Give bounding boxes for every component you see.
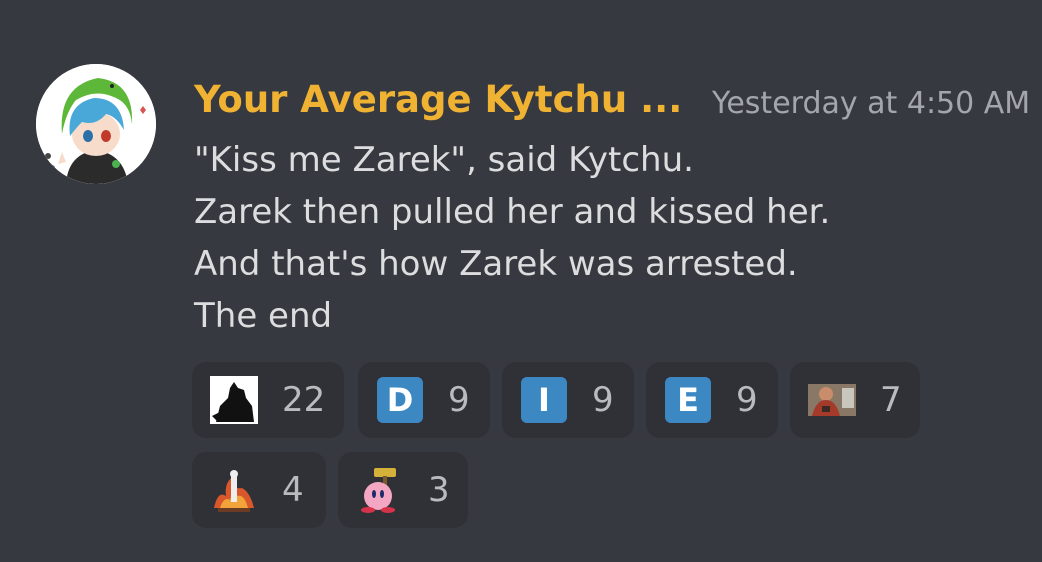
reaction-pink-ball-hammer[interactable]: 3: [338, 452, 468, 528]
timestamp[interactable]: Yesterday at 4:50 AM: [712, 82, 1030, 126]
username[interactable]: Your Average Kytchu ...: [194, 74, 682, 126]
regional-indicator-e-icon: E: [664, 376, 712, 424]
pink-ball-hammer-icon: [356, 466, 404, 514]
message-line: "Kiss me Zarek", said Kytchu.: [194, 140, 694, 180]
reaction-count: 9: [592, 380, 614, 420]
message-line: And that's how Zarek was arrested.: [194, 244, 798, 284]
message-line: The end: [194, 296, 333, 336]
reaction-flaming-skeleton[interactable]: 4: [192, 452, 326, 528]
regional-indicator-d-icon: D: [376, 376, 424, 424]
reaction-regional-e[interactable]: E 9: [646, 362, 778, 438]
reaction-count: 9: [736, 380, 758, 420]
reaction-heavy-soldier[interactable]: 7: [790, 362, 920, 438]
reaction-count: 4: [282, 470, 304, 510]
avatar-image: [36, 64, 156, 184]
reaction-count: 3: [428, 470, 450, 510]
reaction-count: 7: [880, 380, 902, 420]
reaction-regional-d[interactable]: D 9: [358, 362, 490, 438]
message-line: Zarek then pulled her and kissed her.: [194, 192, 831, 232]
reaction-count: 22: [282, 380, 326, 420]
user-avatar[interactable]: [36, 64, 156, 184]
flaming-skeleton-icon: [210, 466, 258, 514]
silhouette-dog-icon: [210, 376, 258, 424]
reaction-count: 9: [448, 380, 470, 420]
reaction-silhouette-dog[interactable]: 22: [192, 362, 344, 438]
chat-message: Your Average Kytchu ... Yesterday at 4:5…: [0, 0, 1042, 562]
message-content: "Kiss me Zarek", said Kytchu. Zarek then…: [194, 134, 1034, 342]
reaction-regional-i[interactable]: I 9: [502, 362, 634, 438]
heavy-soldier-icon: [808, 376, 856, 424]
regional-indicator-i-icon: I: [520, 376, 568, 424]
